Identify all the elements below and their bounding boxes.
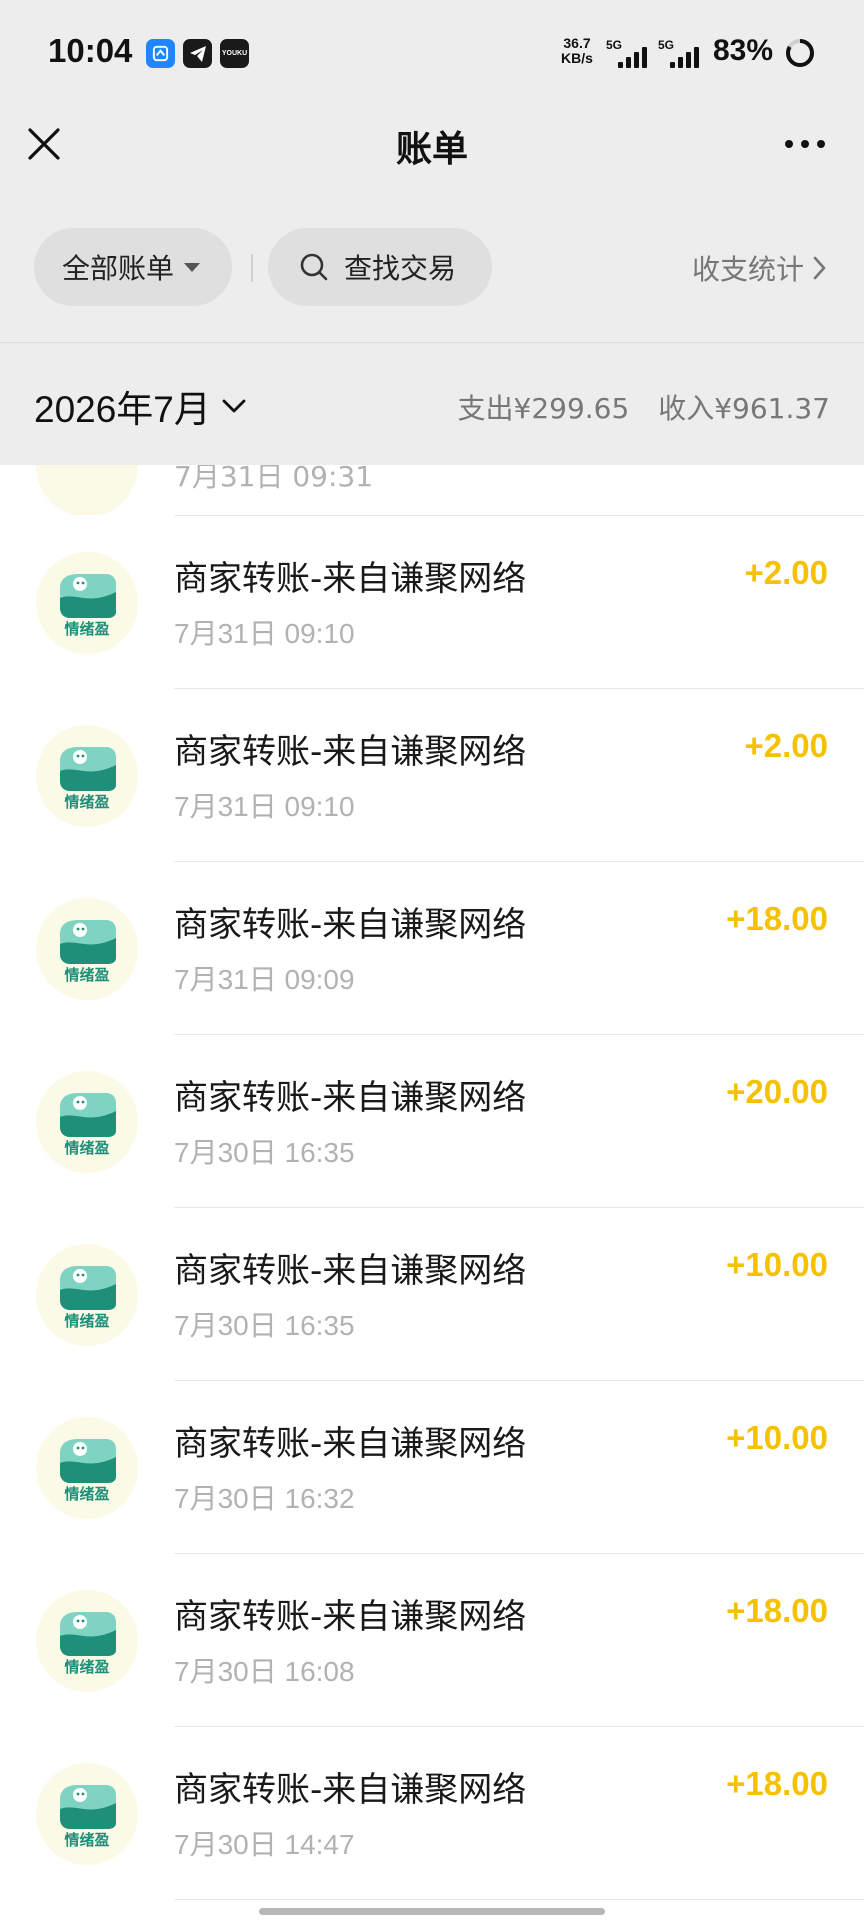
transaction-amount: +10.00: [726, 1246, 828, 1283]
status-time: 10:04: [48, 32, 133, 69]
all-bills-label: 全部账单: [62, 252, 175, 285]
network-speed-value: 36.7: [563, 35, 591, 51]
merchant-brand-label: 情绪盈: [64, 966, 110, 984]
filter-divider: [251, 254, 253, 282]
transaction-amount: +18.00: [726, 1765, 828, 1802]
transaction-list: 7月31日 09:31 情绪盈 商家转账-来自谦聚网络 7月31日 09:10 +2.…: [0, 465, 864, 1920]
network-speed: 36.7 KB/s: [555, 36, 599, 66]
transaction-name: 商家转账-来自谦聚网络: [174, 1770, 527, 1810]
merchant-logo-icon: [36, 465, 138, 515]
transaction-date: 7月30日 16:08: [174, 1656, 355, 1687]
transaction-date: 7月30日 16:35: [174, 1137, 355, 1168]
signal-icon: 5G: [658, 38, 708, 68]
youku-label: YOUKU: [221, 50, 248, 57]
list-item[interactable]: 情绪盈 商家转账-来自谦聚网络 7月30日 16:35 +20.00: [0, 1035, 864, 1208]
transaction-name: 商家转账-来自谦聚网络: [174, 1424, 527, 1464]
transaction-amount: +20.00: [726, 1073, 828, 1110]
transaction-amount: +10.00: [726, 1419, 828, 1456]
transaction-name: 商家转账-来自谦聚网络: [174, 559, 527, 599]
merchant-brand-label: 情绪盈: [64, 1831, 110, 1849]
transaction-date: 7月30日 16:32: [174, 1483, 355, 1514]
youku-icon: YOUKU: [220, 39, 249, 68]
home-indicator: [259, 1908, 605, 1915]
transaction-date: 7月31日 09:31: [174, 465, 374, 493]
list-item[interactable]: 情绪盈 商家转账-来自谦聚网络 7月30日 16:32 +10.00: [0, 1381, 864, 1554]
chevron-right-icon: [813, 256, 826, 280]
search-transactions-button[interactable]: 查找交易: [268, 228, 492, 306]
header-area: 10:04 YOUKU 36.7 KB/s 5G 5G 83% 账单 全部账单 …: [0, 0, 864, 465]
page-title: 账单: [395, 129, 468, 170]
merchant-logo-icon: 情绪盈: [36, 725, 138, 827]
list-item[interactable]: 情绪盈 商家转账-来自谦聚网络 7月30日 16:35 +10.00: [0, 1208, 864, 1381]
transaction-date: 7月31日 09:09: [174, 964, 355, 995]
merchant-brand-label: 情绪盈: [64, 620, 110, 638]
merchant-logo-icon: 情绪盈: [36, 1763, 138, 1865]
month-label: 2026年7月: [34, 389, 211, 430]
list-item-partial[interactable]: 7月31日 09:31: [0, 465, 864, 515]
transaction-amount: +2.00: [744, 727, 829, 764]
transaction-date: 7月31日 09:10: [174, 618, 355, 649]
all-bills-filter-button[interactable]: 全部账单: [34, 228, 232, 306]
merchant-logo-icon: 情绪盈: [36, 1244, 138, 1346]
chevron-down-icon: [222, 399, 246, 413]
caret-down-icon: [184, 262, 201, 272]
search-icon: [300, 253, 328, 281]
search-label: 查找交易: [344, 252, 457, 285]
list-item[interactable]: 情绪盈 商家转账-来自谦聚网络 7月31日 09:10 +2.00: [0, 689, 864, 862]
merchant-logo-icon: 情绪盈: [36, 1590, 138, 1692]
list-item[interactable]: 情绪盈 商家转账-来自谦聚网络 7月30日 14:47 +18.00: [0, 1727, 864, 1900]
merchant-logo-icon: 情绪盈: [36, 552, 138, 654]
transaction-amount: +2.00: [744, 554, 829, 591]
income-expense-stats-link[interactable]: 收支统计: [692, 248, 828, 288]
transaction-date: 7月31日 09:10: [174, 791, 355, 822]
transaction-name: 商家转账-来自谦聚网络: [174, 1078, 527, 1118]
merchant-brand-label: 情绪盈: [64, 1658, 110, 1676]
list-item[interactable]: 情绪盈 商家转账-来自谦聚网络 7月31日 09:10 +2.00: [0, 516, 864, 689]
transaction-amount: +18.00: [726, 1592, 828, 1629]
status-bar: 10:04 YOUKU 36.7 KB/s 5G 5G 83%: [0, 0, 864, 106]
transaction-amount: +18.00: [726, 900, 828, 937]
month-selector[interactable]: 2026年7月: [34, 379, 247, 433]
signal-icon: 5G: [606, 38, 656, 68]
nav-bar: 账单: [0, 106, 864, 186]
list-item[interactable]: 情绪盈 商家转账-来自谦聚网络 7月31日 09:09 +18.00: [0, 862, 864, 1035]
merchant-logo-icon: 情绪盈: [36, 1417, 138, 1519]
more-dots-icon: [785, 140, 825, 148]
transaction-name: 商家转账-来自谦聚网络: [174, 1597, 527, 1637]
merchant-brand-label: 情绪盈: [64, 1312, 110, 1330]
battery-percent: 83%: [713, 34, 774, 67]
month-expense: 支出¥299.65: [457, 392, 630, 425]
lenovo-app-icon: [146, 39, 175, 68]
list-item[interactable]: 情绪盈 商家转账-来自谦聚网络 7月30日 16:08 +18.00: [0, 1554, 864, 1727]
merchant-logo-icon: 情绪盈: [36, 898, 138, 1000]
merchant-brand-label: 情绪盈: [64, 1139, 110, 1157]
transaction-name: 商家转账-来自谦聚网络: [174, 1251, 527, 1291]
transaction-date: 7月30日 14:47: [174, 1829, 355, 1860]
battery-ring-icon: [786, 39, 814, 67]
transaction-name: 商家转账-来自谦聚网络: [174, 732, 527, 772]
month-income: 收入¥961.37: [658, 392, 830, 425]
transaction-date: 7月30日 16:35: [174, 1310, 355, 1341]
merchant-brand-label: 情绪盈: [64, 1485, 110, 1503]
more-button[interactable]: [780, 130, 830, 158]
filter-bar: 全部账单 查找交易 收支统计: [0, 228, 864, 308]
stats-label: 收支统计: [691, 253, 804, 286]
transaction-name: 商家转账-来自谦聚网络: [174, 905, 527, 945]
month-header: 2026年7月 支出¥299.65 收入¥961.37: [0, 343, 864, 465]
merchant-brand-label: 情绪盈: [64, 793, 110, 811]
merchant-logo-icon: 情绪盈: [36, 1071, 138, 1173]
telegram-icon: [183, 39, 212, 68]
row-divider: [174, 1899, 864, 1900]
network-speed-unit: KB/s: [561, 50, 593, 66]
month-summary: 支出¥299.65 收入¥961.37: [458, 387, 831, 427]
